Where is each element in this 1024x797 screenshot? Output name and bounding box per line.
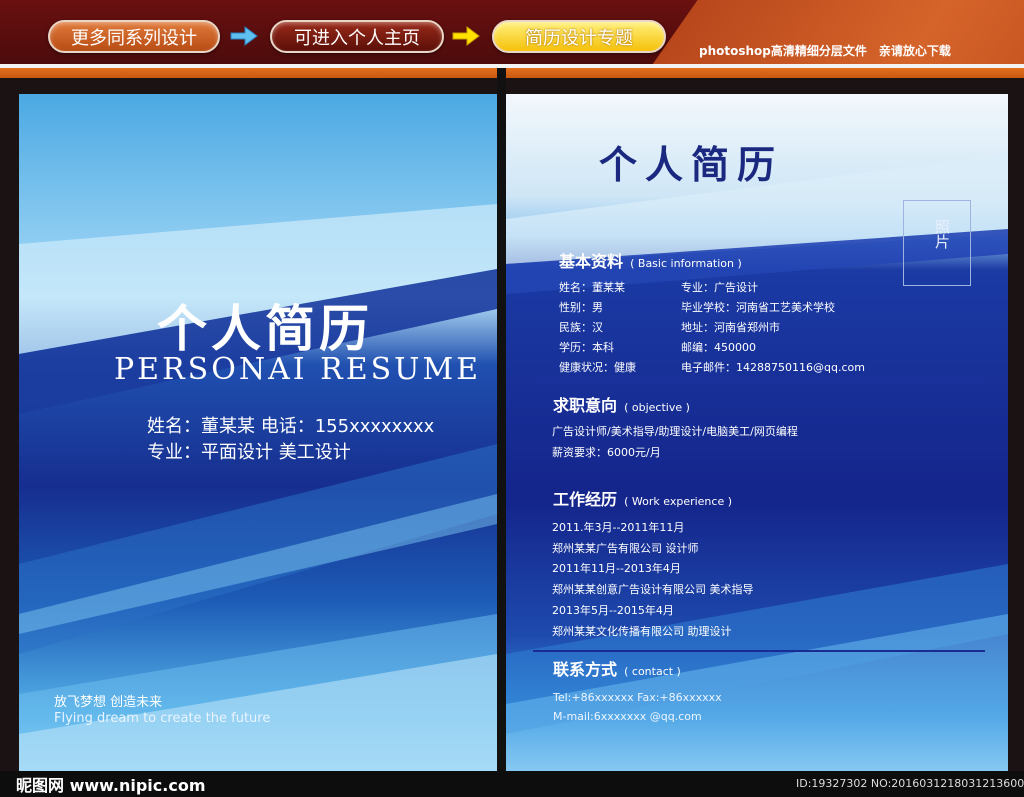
info-name: 姓名：董某某	[559, 281, 625, 294]
experience-line: 郑州某某广告有限公司 设计师	[552, 542, 699, 555]
cover-major: 专业：平面设计 美工设计	[147, 442, 351, 463]
experience-line: 郑州某某文化传播有限公司 助理设计	[552, 625, 732, 638]
experience-line: 2011.年3月--2011年11月	[552, 521, 685, 534]
banner-orange-line	[0, 68, 1024, 78]
objective-line: 薪资要求：6000元/月	[552, 446, 661, 459]
watermark-footer: 昵图网 www.nipic.com ID:19327302 NO:2016031…	[0, 771, 1024, 797]
info-gender: 性别：男	[559, 301, 603, 314]
experience-line: 郑州某某创意广告设计有限公司 美术指导	[552, 583, 754, 596]
objective-title: 求职意向	[553, 396, 618, 415]
objective-line: 广告设计师/美术指导/助理设计/电脑美工/网页编程	[552, 425, 798, 438]
resume-detail-page: 个人简历 照片 基本资料 ( Basic information ) 姓名：董某…	[506, 94, 1008, 771]
section-rule	[533, 379, 986, 381]
image-id-label: ID:19327302 NO:20160312180312136001	[796, 777, 1024, 790]
section-rule	[533, 650, 985, 652]
basic-info-title: 基本资料	[559, 252, 624, 271]
info-school: 毕业学校：河南省工艺美术学校	[681, 301, 835, 314]
more-designs-button[interactable]: 更多同系列设计	[48, 20, 220, 53]
info-ethnicity: 民族：汉	[559, 321, 603, 334]
photo-label: 照片	[933, 219, 951, 249]
resume-title: 个人简历	[599, 142, 784, 187]
slogan-chinese: 放飞梦想 创造未来	[54, 695, 163, 710]
arrow-right-icon	[230, 26, 258, 46]
info-email: 电子邮件：14288750116@qq.com	[681, 361, 865, 374]
info-address: 地址：河南省郑州市	[681, 321, 780, 334]
site-watermark: 昵图网 www.nipic.com	[16, 776, 206, 795]
experience-subtitle: ( Work experience )	[624, 495, 733, 508]
info-major: 专业：广告设计	[681, 281, 758, 294]
cover-title: 个人简历	[157, 299, 373, 358]
resume-topic-button[interactable]: 简历设计专题	[492, 20, 666, 53]
basic-info-subtitle: ( Basic information )	[630, 257, 742, 270]
contact-heading: 联系方式 ( contact )	[553, 656, 681, 680]
download-note: photoshop高清精细分层文件 亲请放心下载	[699, 44, 951, 58]
contact-phone: Tel:+86xxxxxx Fax:+86xxxxxx	[553, 691, 722, 704]
experience-line: 2011年11月--2013年4月	[552, 562, 681, 575]
arrow-right-icon	[452, 26, 480, 46]
objective-subtitle: ( objective )	[624, 401, 690, 414]
slogan-english: Flying dream to create the future	[54, 711, 271, 726]
info-education: 学历：本科	[559, 341, 614, 354]
basic-info-heading: 基本资料 ( Basic information )	[559, 248, 742, 272]
experience-heading: 工作经历 ( Work experience )	[553, 486, 732, 510]
objective-heading: 求职意向 ( objective )	[553, 392, 690, 416]
contact-email: M-mail:6xxxxxxx @qq.com	[553, 710, 702, 723]
experience-title: 工作经历	[553, 490, 618, 509]
contact-title: 联系方式	[553, 660, 618, 679]
contact-subtitle: ( contact )	[624, 665, 681, 678]
personal-homepage-button[interactable]: 可进入个人主页	[270, 20, 444, 53]
photo-placeholder: 照片	[903, 200, 971, 286]
page-divider	[497, 68, 506, 797]
info-postcode: 邮编：450000	[681, 341, 756, 354]
cover-name-phone: 姓名：董某某 电话：155xxxxxxxx	[147, 416, 435, 437]
cover-subtitle: PERSONAI RESUME	[114, 352, 482, 387]
resume-cover-page: 个人简历 PERSONAI RESUME 姓名：董某某 电话：155xxxxxx…	[19, 94, 497, 771]
info-health: 健康状况：健康	[559, 361, 636, 374]
experience-line: 2013年5月--2015年4月	[552, 604, 674, 617]
